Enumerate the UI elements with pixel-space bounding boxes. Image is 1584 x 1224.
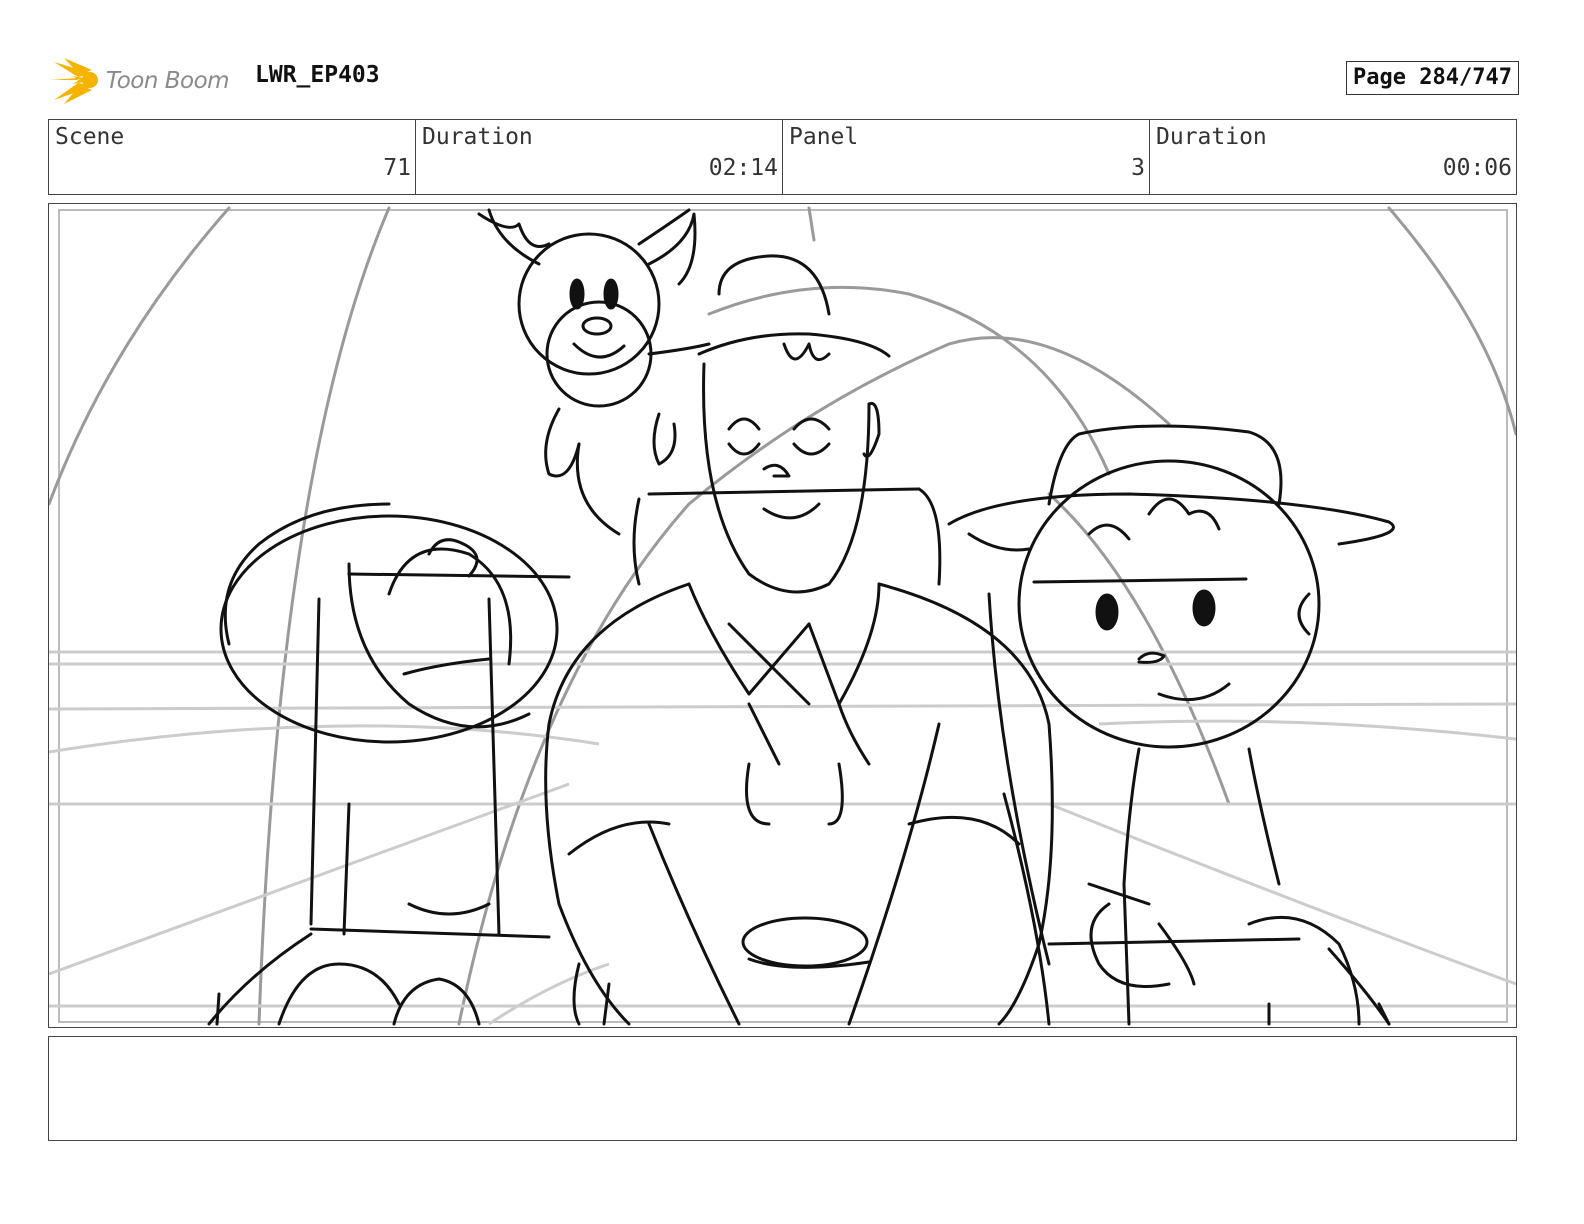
panel-duration-cell: Duration 00:06 — [1150, 120, 1516, 194]
scene-label: Scene — [55, 124, 125, 150]
storyboard-sketch — [49, 206, 1516, 1026]
logo-text: Toon Boom — [106, 68, 230, 94]
panel-cell: Panel 3 — [783, 120, 1150, 194]
panel-notes-text — [49, 1037, 1516, 1049]
scene-duration-value: 02:14 — [708, 155, 778, 181]
panel-value: 3 — [1131, 155, 1145, 181]
panel-duration-label: Duration — [1156, 124, 1267, 150]
scene-value: 71 — [383, 155, 411, 181]
panel-info-table: Scene 71 Duration 02:14 Panel 3 Duration… — [48, 119, 1517, 195]
page-counter: Page 284/747 — [1346, 61, 1519, 95]
panel-notes-box — [48, 1036, 1517, 1141]
toon-boom-sunburst-icon — [50, 58, 98, 104]
toon-boom-logo: Toon Boom — [50, 56, 230, 106]
panel-duration-value: 00:06 — [1442, 155, 1512, 181]
project-title: LWR_EP403 — [255, 62, 380, 88]
scene-cell: Scene 71 — [49, 120, 416, 194]
scene-duration-label: Duration — [422, 124, 533, 150]
storyboard-panel — [48, 203, 1517, 1028]
scene-duration-cell: Duration 02:14 — [416, 120, 783, 194]
panel-label: Panel — [789, 124, 859, 150]
